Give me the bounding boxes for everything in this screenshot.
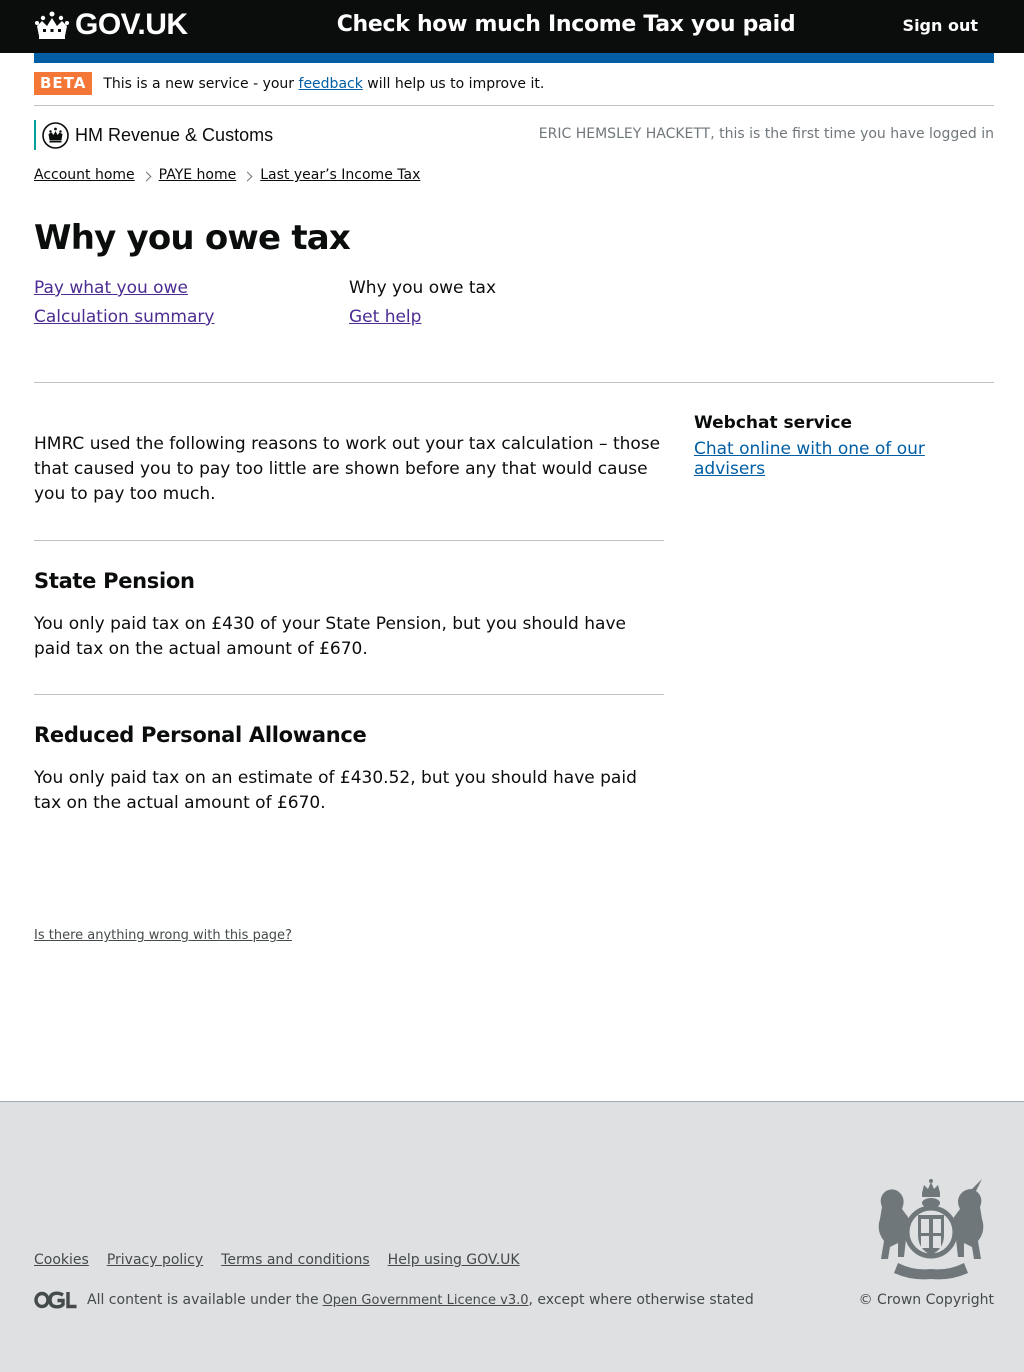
section-divider (34, 540, 664, 541)
footer-link-help-using-govuk[interactable]: Help using GOV.UK (388, 1252, 520, 1268)
breadcrumb: Account home PAYE home Last year’s Incom… (34, 167, 420, 183)
chevron-right-icon (242, 171, 253, 181)
beta-text: This is a new service - your feedback wi… (103, 76, 544, 92)
header-blue-bar (34, 53, 994, 63)
content-divider (34, 382, 994, 383)
beta-text-after: will help us to improve it. (367, 75, 545, 92)
section-title: State Pension (34, 569, 195, 593)
intro-text: HMRC used the following reasons to work … (34, 434, 661, 504)
beta-divider (34, 105, 994, 106)
feedback-link[interactable]: feedback (299, 76, 363, 92)
ogl-logo-icon (34, 1291, 77, 1309)
breadcrumb-account-home[interactable]: Account home (34, 167, 135, 183)
crown-copyright-link[interactable]: © Crown Copyright (859, 1292, 994, 1308)
sign-out-link[interactable]: Sign out (903, 16, 978, 35)
chevron-right-icon (141, 171, 152, 181)
licence-text-after: , except where otherwise stated (528, 1292, 754, 1308)
main-content: HMRC used the following reasons to work … (34, 432, 664, 816)
footer-link-terms-and-conditions[interactable]: Terms and conditions (221, 1252, 370, 1268)
licence-text-before: All content is available under the (87, 1292, 319, 1308)
section-title: Reduced Personal Allowance (34, 723, 367, 747)
licence-row: All content is available under the Open … (34, 1291, 754, 1309)
page-title: Why you owe tax (34, 218, 351, 258)
beta-banner: BETA This is a new service - your feedba… (34, 72, 544, 95)
beta-text-before: This is a new service - your (103, 75, 295, 92)
beta-tag: BETA (34, 72, 93, 95)
footer: Cookies Privacy policy Terms and conditi… (0, 1101, 1024, 1372)
sidebar-webchat: Webchat service Chat online with one of … (694, 413, 994, 479)
subnav-get-help[interactable]: Get help (349, 307, 421, 327)
subnav-why-you-owe-tax-current: Why you owe tax (349, 278, 496, 298)
hmrc-crest-icon (42, 121, 69, 149)
section-body: You only paid tax on £430 of your State … (34, 614, 626, 659)
report-problem-link[interactable]: Is there anything wrong with this page? (34, 928, 292, 943)
webchat-link[interactable]: Chat online with one of our advisers (694, 439, 994, 479)
breadcrumb-paye-home[interactable]: PAYE home (159, 167, 237, 183)
section-state-pension: State Pension You only paid tax on £430 … (34, 569, 664, 662)
footer-links: Cookies Privacy policy Terms and conditi… (34, 1252, 538, 1268)
section-body: You only paid tax on an estimate of £430… (34, 768, 637, 813)
organisation-name: HM Revenue & Customs (75, 124, 274, 145)
service-name-link[interactable]: Check how much Income Tax you paid (0, 12, 1024, 37)
webchat-title: Webchat service (694, 413, 853, 433)
breadcrumb-last-years-income-tax[interactable]: Last year’s Income Tax (260, 167, 420, 183)
subnav-pay-what-you-owe[interactable]: Pay what you owe (34, 278, 188, 298)
section-reduced-personal-allowance: Reduced Personal Allowance You only paid… (34, 723, 664, 816)
govuk-header: GOV.UK Check how much Income Tax you pai… (0, 0, 1024, 53)
hmrc-organisation: HM Revenue & Customs (34, 120, 273, 150)
open-government-licence-link[interactable]: Open Government Licence v3.0 (323, 1293, 529, 1308)
footer-link-privacy-policy[interactable]: Privacy policy (107, 1252, 203, 1268)
footer-link-cookies[interactable]: Cookies (34, 1252, 89, 1268)
subnav-calculation-summary[interactable]: Calculation summary (34, 307, 214, 327)
royal-coat-of-arms-icon (878, 1179, 984, 1280)
section-divider (34, 694, 664, 695)
logged-in-status: ERIC HEMSLEY HACKETT, this is the first … (538, 126, 994, 142)
